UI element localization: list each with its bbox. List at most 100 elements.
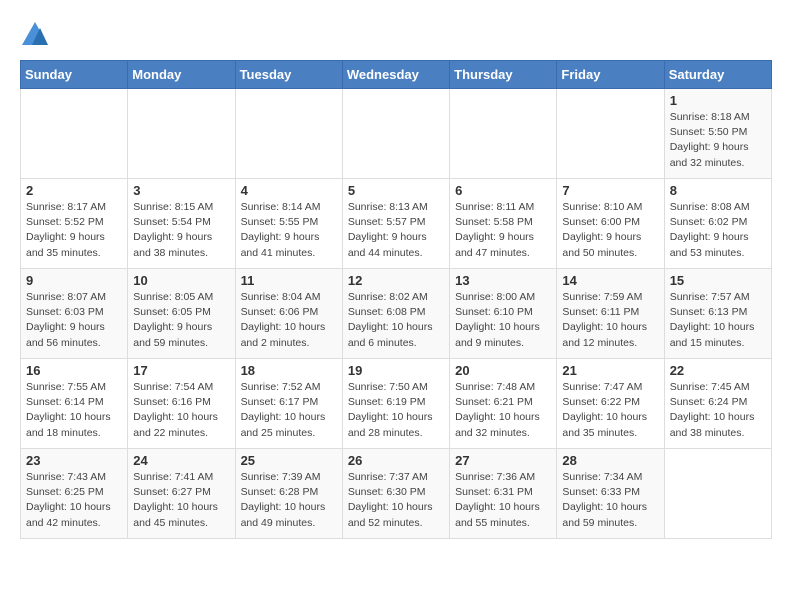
day-info: Sunrise: 8:14 AM Sunset: 5:55 PM Dayligh… xyxy=(241,200,337,261)
day-number: 2 xyxy=(26,183,122,198)
day-number: 3 xyxy=(133,183,229,198)
day-info: Sunrise: 7:39 AM Sunset: 6:28 PM Dayligh… xyxy=(241,470,337,531)
calendar-header-sunday: Sunday xyxy=(21,61,128,89)
day-info: Sunrise: 8:18 AM Sunset: 5:50 PM Dayligh… xyxy=(670,110,766,171)
page-header xyxy=(20,20,772,50)
day-info: Sunrise: 7:37 AM Sunset: 6:30 PM Dayligh… xyxy=(348,470,444,531)
calendar-cell xyxy=(450,89,557,179)
calendar-cell: 19 Sunrise: 7:50 AM Sunset: 6:19 PM Dayli… xyxy=(342,359,449,449)
day-info: Sunrise: 8:04 AM Sunset: 6:06 PM Dayligh… xyxy=(241,290,337,351)
calendar-cell: 1 Sunrise: 8:18 AM Sunset: 5:50 PM Daylig… xyxy=(664,89,771,179)
calendar-cell: 8 Sunrise: 8:08 AM Sunset: 6:02 PM Daylig… xyxy=(664,179,771,269)
calendar-cell: 3 Sunrise: 8:15 AM Sunset: 5:54 PM Daylig… xyxy=(128,179,235,269)
calendar-week-4: 23 Sunrise: 7:43 AM Sunset: 6:25 PM Dayli… xyxy=(21,449,772,539)
calendar-cell: 6Sunrise: 8:11 AM Sunset: 5:58 PM Daylig… xyxy=(450,179,557,269)
day-number: 13 xyxy=(455,273,551,288)
day-info: Sunrise: 7:43 AM Sunset: 6:25 PM Dayligh… xyxy=(26,470,122,531)
calendar-cell: 27 Sunrise: 7:36 AM Sunset: 6:31 PM Dayli… xyxy=(450,449,557,539)
day-number: 18 xyxy=(241,363,337,378)
day-number: 15 xyxy=(670,273,766,288)
day-number: 5 xyxy=(348,183,444,198)
calendar-cell xyxy=(557,89,664,179)
calendar-body: 1 Sunrise: 8:18 AM Sunset: 5:50 PM Daylig… xyxy=(21,89,772,539)
day-info: Sunrise: 7:48 AM Sunset: 6:21 PM Dayligh… xyxy=(455,380,551,441)
day-number: 17 xyxy=(133,363,229,378)
day-info: Sunrise: 7:41 AM Sunset: 6:27 PM Dayligh… xyxy=(133,470,229,531)
calendar-cell: 13 Sunrise: 8:00 AM Sunset: 6:10 PM Dayli… xyxy=(450,269,557,359)
calendar-cell: 9 Sunrise: 8:07 AM Sunset: 6:03 PM Daylig… xyxy=(21,269,128,359)
day-number: 27 xyxy=(455,453,551,468)
day-info: Sunrise: 8:07 AM Sunset: 6:03 PM Dayligh… xyxy=(26,290,122,351)
day-info: Sunrise: 7:59 AM Sunset: 6:11 PM Dayligh… xyxy=(562,290,658,351)
day-info: Sunrise: 8:11 AM Sunset: 5:58 PM Dayligh… xyxy=(455,200,551,261)
calendar-week-2: 9 Sunrise: 8:07 AM Sunset: 6:03 PM Daylig… xyxy=(21,269,772,359)
calendar-header-wednesday: Wednesday xyxy=(342,61,449,89)
day-info: Sunrise: 8:02 AM Sunset: 6:08 PM Dayligh… xyxy=(348,290,444,351)
day-info: Sunrise: 7:52 AM Sunset: 6:17 PM Dayligh… xyxy=(241,380,337,441)
day-number: 9 xyxy=(26,273,122,288)
day-info: Sunrise: 7:50 AM Sunset: 6:19 PM Dayligh… xyxy=(348,380,444,441)
calendar-cell: 15 Sunrise: 7:57 AM Sunset: 6:13 PM Dayli… xyxy=(664,269,771,359)
calendar-cell xyxy=(21,89,128,179)
calendar-header-thursday: Thursday xyxy=(450,61,557,89)
calendar-header-saturday: Saturday xyxy=(664,61,771,89)
calendar-cell xyxy=(342,89,449,179)
calendar-cell: 16 Sunrise: 7:55 AM Sunset: 6:14 PM Dayli… xyxy=(21,359,128,449)
calendar-cell: 7 Sunrise: 8:10 AM Sunset: 6:00 PM Daylig… xyxy=(557,179,664,269)
calendar-cell: 26 Sunrise: 7:37 AM Sunset: 6:30 PM Dayli… xyxy=(342,449,449,539)
day-info: Sunrise: 7:57 AM Sunset: 6:13 PM Dayligh… xyxy=(670,290,766,351)
calendar-cell: 10 Sunrise: 8:05 AM Sunset: 6:05 PM Dayli… xyxy=(128,269,235,359)
calendar-header-monday: Monday xyxy=(128,61,235,89)
calendar-cell: 11 Sunrise: 8:04 AM Sunset: 6:06 PM Dayli… xyxy=(235,269,342,359)
day-info: Sunrise: 8:00 AM Sunset: 6:10 PM Dayligh… xyxy=(455,290,551,351)
day-info: Sunrise: 7:36 AM Sunset: 6:31 PM Dayligh… xyxy=(455,470,551,531)
day-info: Sunrise: 8:08 AM Sunset: 6:02 PM Dayligh… xyxy=(670,200,766,261)
day-info: Sunrise: 8:13 AM Sunset: 5:57 PM Dayligh… xyxy=(348,200,444,261)
day-number: 22 xyxy=(670,363,766,378)
calendar-cell: 28 Sunrise: 7:34 AM Sunset: 6:33 PM Dayli… xyxy=(557,449,664,539)
calendar-cell: 17 Sunrise: 7:54 AM Sunset: 6:16 PM Dayli… xyxy=(128,359,235,449)
day-number: 19 xyxy=(348,363,444,378)
day-info: Sunrise: 7:47 AM Sunset: 6:22 PM Dayligh… xyxy=(562,380,658,441)
day-number: 25 xyxy=(241,453,337,468)
day-number: 10 xyxy=(133,273,229,288)
calendar-cell: 2 Sunrise: 8:17 AM Sunset: 5:52 PM Daylig… xyxy=(21,179,128,269)
day-number: 11 xyxy=(241,273,337,288)
calendar-cell xyxy=(664,449,771,539)
day-info: Sunrise: 8:15 AM Sunset: 5:54 PM Dayligh… xyxy=(133,200,229,261)
day-number: 8 xyxy=(670,183,766,198)
day-number: 26 xyxy=(348,453,444,468)
calendar-cell: 24 Sunrise: 7:41 AM Sunset: 6:27 PM Dayli… xyxy=(128,449,235,539)
calendar-cell: 23 Sunrise: 7:43 AM Sunset: 6:25 PM Dayli… xyxy=(21,449,128,539)
day-number: 28 xyxy=(562,453,658,468)
calendar-cell: 21 Sunrise: 7:47 AM Sunset: 6:22 PM Dayli… xyxy=(557,359,664,449)
day-info: Sunrise: 7:55 AM Sunset: 6:14 PM Dayligh… xyxy=(26,380,122,441)
day-info: Sunrise: 8:10 AM Sunset: 6:00 PM Dayligh… xyxy=(562,200,658,261)
calendar-cell: 4 Sunrise: 8:14 AM Sunset: 5:55 PM Daylig… xyxy=(235,179,342,269)
day-number: 7 xyxy=(562,183,658,198)
calendar-cell: 18 Sunrise: 7:52 AM Sunset: 6:17 PM Dayli… xyxy=(235,359,342,449)
day-number: 1 xyxy=(670,93,766,108)
day-number: 14 xyxy=(562,273,658,288)
day-info: Sunrise: 8:05 AM Sunset: 6:05 PM Dayligh… xyxy=(133,290,229,351)
calendar-cell: 20 Sunrise: 7:48 AM Sunset: 6:21 PM Dayli… xyxy=(450,359,557,449)
calendar-table: SundayMondayTuesdayWednesdayThursdayFrid… xyxy=(20,60,772,539)
day-info: Sunrise: 7:45 AM Sunset: 6:24 PM Dayligh… xyxy=(670,380,766,441)
calendar-header-friday: Friday xyxy=(557,61,664,89)
day-number: 24 xyxy=(133,453,229,468)
calendar-week-3: 16 Sunrise: 7:55 AM Sunset: 6:14 PM Dayli… xyxy=(21,359,772,449)
day-number: 12 xyxy=(348,273,444,288)
day-number: 20 xyxy=(455,363,551,378)
logo-icon xyxy=(20,20,50,50)
calendar-cell: 25 Sunrise: 7:39 AM Sunset: 6:28 PM Dayli… xyxy=(235,449,342,539)
day-info: Sunrise: 7:34 AM Sunset: 6:33 PM Dayligh… xyxy=(562,470,658,531)
day-number: 21 xyxy=(562,363,658,378)
day-number: 16 xyxy=(26,363,122,378)
day-number: 4 xyxy=(241,183,337,198)
calendar-week-0: 1 Sunrise: 8:18 AM Sunset: 5:50 PM Daylig… xyxy=(21,89,772,179)
calendar-cell: 12 Sunrise: 8:02 AM Sunset: 6:08 PM Dayli… xyxy=(342,269,449,359)
calendar-header-tuesday: Tuesday xyxy=(235,61,342,89)
day-info: Sunrise: 7:54 AM Sunset: 6:16 PM Dayligh… xyxy=(133,380,229,441)
day-number: 23 xyxy=(26,453,122,468)
day-info: Sunrise: 8:17 AM Sunset: 5:52 PM Dayligh… xyxy=(26,200,122,261)
